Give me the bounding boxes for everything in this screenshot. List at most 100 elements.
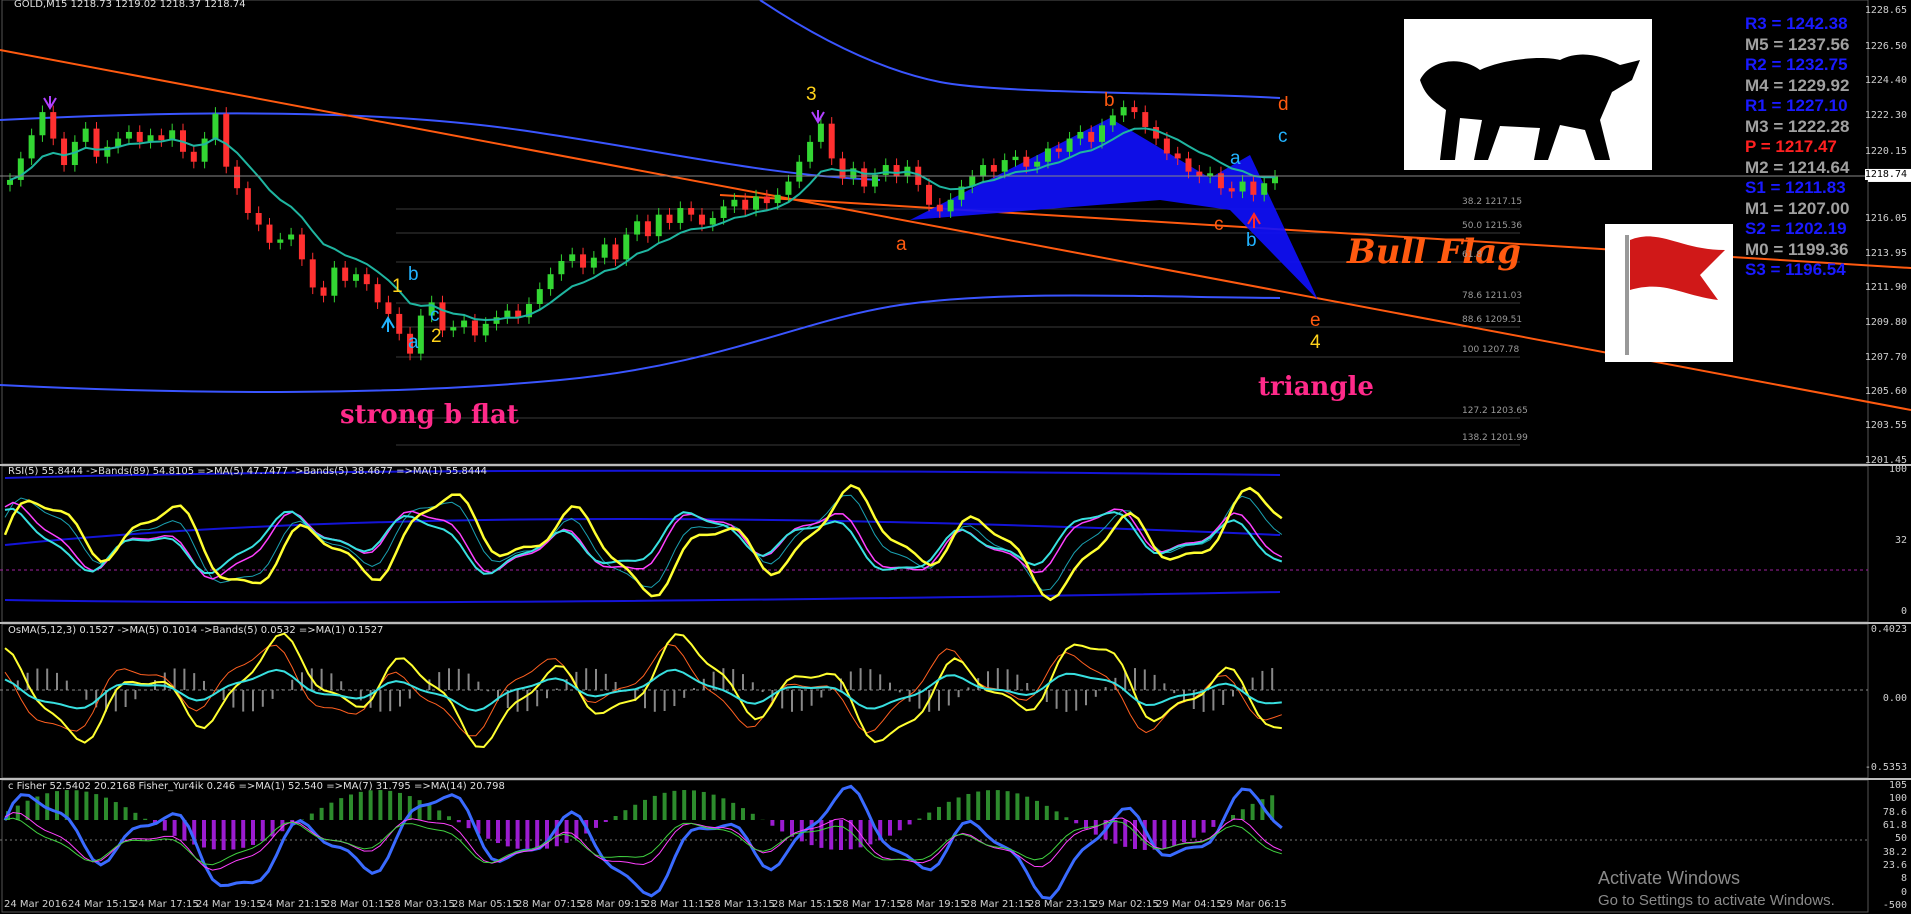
candle-body (352, 274, 359, 281)
candle-body (82, 128, 89, 142)
wave-2-label: 2 (431, 326, 442, 347)
bull-flag-annotation: Bull Flag (1347, 232, 1521, 272)
candle-body (223, 113, 230, 167)
candle-body (698, 214, 705, 225)
time-axis-label: 28 Mar 21:15 (964, 899, 1031, 910)
candle-body (461, 320, 468, 328)
pivot-level-label: P = 1217.47 (1745, 137, 1837, 156)
price-axis-label: 1205.60 (1864, 386, 1907, 398)
candle-body (861, 168, 868, 187)
price-axis-label: 1203.55 (1864, 420, 1907, 432)
fib-level-label: 138.2 1201.99 (1462, 433, 1528, 443)
candle-body (396, 313, 403, 334)
fisher-panel-title: c Fisher 52.5402 20.2168 Fisher_Yur4ik 0… (8, 781, 505, 792)
candle-body (731, 199, 738, 207)
time-axis-label: 24 Mar 21:15 (260, 899, 327, 910)
candle-body (817, 123, 824, 142)
candle-body (342, 267, 349, 281)
candle-body (212, 113, 219, 139)
candle-body (136, 131, 143, 142)
candle-body (623, 234, 630, 260)
candle-body (644, 221, 651, 237)
candle-body (125, 131, 132, 139)
osma-axis-label: -0.5353 (1864, 762, 1907, 773)
candle-body (926, 184, 933, 205)
candle-body (309, 259, 316, 288)
price-axis-label: 1228.65 (1864, 5, 1907, 16)
pivot-level-label: M5 = 1237.56 (1745, 34, 1850, 54)
pivot-level-label: R1 = 1227.10 (1745, 96, 1848, 115)
down-arrow-marker (43, 96, 57, 110)
time-axis-label: 28 Mar 13:15 (708, 899, 775, 910)
candle-body (1044, 148, 1051, 162)
rsi-lower-band (4, 591, 1281, 604)
osma-panel-title: OsMA(5,12,3) 0.1527 ->MA(5) 0.1014 ->Ban… (8, 625, 384, 636)
pivot-level-label: M4 = 1229.92 (1745, 75, 1850, 95)
candle-body (1163, 138, 1170, 154)
rsi-line (3, 483, 1283, 602)
time-axis-label: 24 Mar 2016 (4, 899, 68, 910)
candle-body (7, 179, 13, 185)
candle-body (471, 320, 478, 336)
pivot-level-label: S2 = 1202.19 (1745, 219, 1847, 238)
candle-body (385, 302, 392, 314)
fib-level-label: 88.6 1209.51 (1462, 315, 1523, 325)
wave-a-left-label: a (408, 332, 419, 353)
candle-body (828, 123, 835, 159)
fib-level-label: 127.2 1203.65 (1462, 406, 1528, 416)
candle-body (601, 244, 608, 258)
candle-body (363, 274, 370, 285)
candle-body (1153, 126, 1160, 139)
fisher-axis-label: 100 (1888, 793, 1907, 805)
symbol-label: GOLD,M15 (14, 0, 68, 10)
wave-b-left-label: b (408, 264, 419, 285)
candle-body (1250, 181, 1257, 195)
candle-body (1012, 156, 1019, 161)
candle-body (1099, 125, 1106, 142)
candle-body (93, 128, 100, 157)
candle-body (709, 217, 716, 225)
candle-body (1185, 158, 1192, 172)
candle-body (612, 244, 619, 260)
fib-level-label: 100 1207.78 (1462, 345, 1520, 355)
candle-body (1055, 148, 1062, 152)
price-axis-label: 1224.40 (1864, 75, 1907, 87)
time-axis-label: 24 Mar 15:15 (68, 899, 135, 910)
triangle-annotation: triangle (1258, 372, 1374, 402)
panel-frame (1, 623, 1869, 779)
candle-body (1023, 156, 1030, 167)
time-axis-label: 28 Mar 23:15 (1028, 899, 1095, 910)
candle-body (677, 208, 684, 223)
wave-d-mid-label: d (1278, 94, 1289, 115)
down-arrow-marker (811, 110, 825, 124)
pivot-level-label: S3 = 1196.54 (1745, 260, 1846, 279)
price-axis-label: 1209.80 (1864, 316, 1907, 328)
candle-body (374, 284, 381, 303)
candle-body (320, 287, 327, 296)
panel-frame (1, 465, 1869, 623)
candle-body (569, 254, 576, 261)
ohlc-values: 1218.73 1219.02 1218.37 1218.74 (70, 0, 246, 10)
candle-body (536, 289, 543, 305)
symbol-header: GOLD,M15 1218.73 1219.02 1218.37 1218.74 (14, 0, 246, 10)
time-axis-label: 29 Mar 02:15 (1092, 899, 1159, 910)
fisher-axis-label: 8 (1900, 873, 1907, 885)
price-axis-label: 1211.90 (1864, 282, 1907, 294)
fisher-axis-label: 38.2 (1882, 846, 1907, 858)
wave-c-left-label: c (430, 305, 440, 326)
activate-windows-title: Activate Windows (1598, 868, 1741, 888)
candle-body (1142, 112, 1149, 127)
candle-body (482, 323, 489, 336)
time-axis-label: 24 Mar 19:15 (196, 899, 263, 910)
time-axis-label: 28 Mar 09:15 (580, 899, 647, 910)
fisher-axis-label: 0 (1900, 886, 1907, 898)
candle-body (1228, 188, 1235, 192)
candle-body (266, 224, 273, 243)
candle-body (763, 196, 770, 204)
candle-body (839, 158, 846, 179)
candle-body (666, 214, 673, 223)
candle-body (807, 141, 814, 162)
candle-body (504, 310, 511, 318)
candle-body (331, 267, 338, 296)
fisher-axis-label: 78.6 (1882, 806, 1907, 818)
